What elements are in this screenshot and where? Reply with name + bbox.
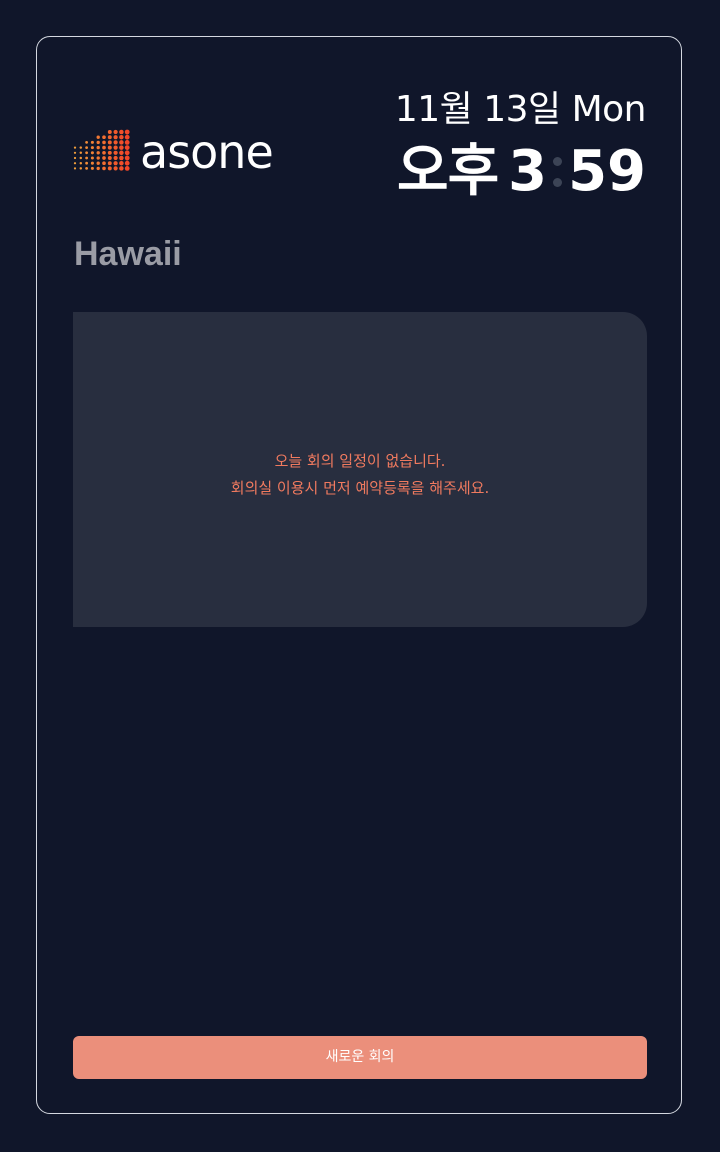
logo-dot — [79, 156, 83, 160]
logo-dot — [96, 135, 100, 139]
logo-dot — [79, 151, 83, 155]
logo-dot — [96, 151, 100, 155]
room-name: Hawaii — [74, 235, 182, 273]
logo-dot — [124, 150, 130, 156]
logo-dot — [90, 166, 94, 170]
schedule-panel: 오늘 회의 일정이 없습니다. 회의실 이용시 먼저 예약등록을 해주세요. — [73, 312, 647, 627]
logo-dot — [79, 146, 83, 149]
logo-dot — [90, 161, 94, 165]
logo-dot — [119, 129, 124, 135]
logo-dot — [85, 151, 88, 155]
logo-dot — [85, 156, 88, 160]
time-minute: 59 — [568, 139, 646, 204]
logo-dot — [102, 135, 106, 140]
logo-dot — [85, 146, 88, 149]
current-date: 11월 13일 Mon — [394, 89, 647, 130]
empty-schedule-message: 오늘 회의 일정이 없습니다. 회의실 이용시 먼저 예약등록을 해주세요. — [73, 448, 647, 502]
logo-dot — [96, 166, 100, 171]
logo-dot — [102, 140, 106, 145]
logo-dot — [124, 129, 130, 135]
new-meeting-button[interactable]: 새로운 회의 — [73, 1036, 647, 1079]
logo-dot — [90, 151, 94, 155]
logo-dot — [96, 161, 100, 165]
time-period: 오후 — [397, 139, 499, 204]
logo-dot — [119, 140, 124, 145]
logo-dot — [113, 135, 118, 140]
logo-dot — [96, 145, 100, 150]
logo-dot — [124, 155, 130, 161]
logo-dot — [119, 155, 124, 161]
logo-dot — [107, 156, 112, 160]
logo-dot — [79, 161, 83, 165]
logo-dot — [124, 166, 130, 171]
logo-dot — [102, 166, 106, 171]
logo-dot — [73, 167, 77, 170]
logo-dot — [113, 161, 118, 166]
logo-dot — [113, 155, 118, 161]
logo-dot — [124, 160, 130, 166]
logo-dot — [113, 145, 118, 150]
logo-dot — [119, 150, 124, 156]
empty-message-line-1: 오늘 회의 일정이 없습니다. — [274, 452, 446, 470]
logo-dot — [73, 162, 77, 165]
logo-dot — [96, 140, 100, 145]
logo-dot — [73, 146, 77, 149]
logo-dot — [124, 140, 130, 145]
logo-dot — [107, 161, 112, 166]
logo-dot — [85, 167, 88, 170]
logo-dot — [107, 166, 112, 171]
logo-dot — [107, 150, 112, 155]
logo-dot — [124, 145, 130, 150]
logo-dot — [119, 166, 124, 171]
logo-dot — [119, 160, 124, 166]
logo-dot — [113, 140, 118, 145]
logo-dot — [96, 156, 100, 160]
logo-dot — [85, 161, 88, 165]
logo-dot — [119, 145, 124, 150]
logo-dot — [107, 130, 112, 134]
asone-logo-graphic: asone — [73, 125, 274, 176]
logo-dot — [85, 141, 88, 144]
logo-dot — [102, 150, 106, 155]
logo-dot — [102, 161, 106, 166]
time-hour: 3 — [508, 139, 548, 204]
asone-logo: asone — [72, 124, 304, 176]
logo-dot — [107, 140, 112, 145]
logo-dot — [113, 129, 118, 135]
logo-dot — [90, 146, 94, 150]
logo-dot — [90, 140, 94, 144]
logo-dot — [107, 145, 112, 150]
logo-dot — [107, 135, 112, 140]
time-colon — [553, 150, 563, 194]
logo-dot — [90, 156, 94, 160]
logo-wordmark: asone — [140, 125, 273, 176]
logo-dot — [119, 134, 124, 140]
logo-dot-grid-icon — [73, 129, 130, 171]
empty-message-line-2: 회의실 이용시 먼저 예약등록을 해주세요. — [230, 479, 490, 497]
logo-dot — [113, 150, 118, 155]
logo-dot — [102, 156, 106, 160]
logo-dot — [102, 145, 106, 150]
logo-dot — [124, 134, 130, 140]
logo-dot — [73, 156, 77, 160]
current-time: 오후 3 59 — [397, 140, 646, 204]
logo-dot — [79, 167, 83, 170]
logo-dot — [73, 151, 77, 154]
logo-dot — [113, 166, 118, 171]
